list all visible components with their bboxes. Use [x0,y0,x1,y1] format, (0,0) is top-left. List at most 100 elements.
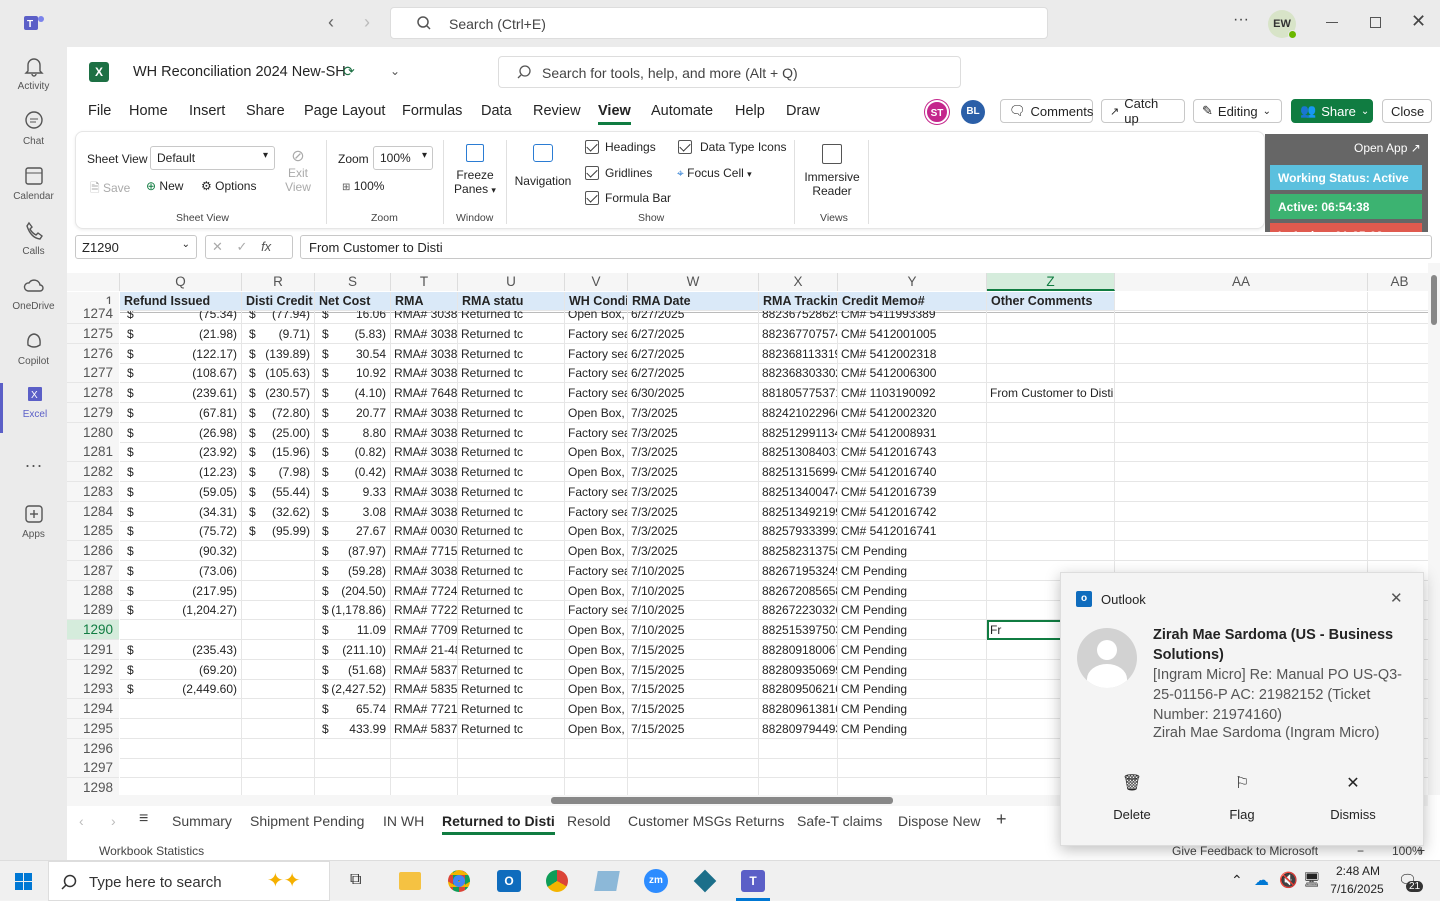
cell-y[interactable]: CM# 5412002320 [838,403,987,423]
cell-w[interactable]: 7/3/2025 [628,482,759,502]
more-options-icon[interactable]: ··· [1233,11,1249,29]
cell-r[interactable]: $ (25.00) [242,423,315,443]
column-header-r[interactable]: R [242,273,315,291]
cell-aa[interactable] [1115,502,1368,522]
cell-q[interactable]: $ (23.92) [120,442,242,462]
row-header[interactable]: 1286 [67,541,119,561]
rail-calls[interactable]: Calls [0,220,67,257]
cell-z[interactable] [987,482,1115,502]
cell-s[interactable]: $ (4.10) [315,383,391,403]
cell-v[interactable]: Factory sealed [565,561,628,581]
cell-q[interactable]: $ (67.81) [120,403,242,423]
network-icon[interactable]: 🖥 [1303,871,1321,888]
cell-x[interactable]: 882513084031 [759,442,838,462]
cell-v[interactable]: Open Box, Used [565,699,628,719]
cell-aa[interactable] [1115,541,1368,561]
menu-tab-help[interactable]: Help [735,103,765,119]
cell-ab[interactable] [1368,521,1432,541]
rail-chat[interactable]: Chat [0,110,67,147]
cell-w[interactable]: 7/3/2025 [628,423,759,443]
sheet-tab[interactable]: Summary [172,813,232,829]
rail-excel[interactable]: X Excel [0,383,67,433]
taskbar-search-box[interactable]: Type here to search ✦✦ [48,861,330,901]
cell-x[interactable]: 882579333992 [759,521,838,541]
header-cell[interactable]: Other Comments [987,292,1115,311]
cell-q[interactable]: $ (2,449.60) [120,679,242,699]
cell-aa[interactable] [1115,324,1368,344]
column-header-q[interactable]: Q [120,273,242,291]
cell-r[interactable] [242,660,315,680]
cell-r[interactable] [242,600,315,620]
cell-w[interactable]: 7/3/2025 [628,541,759,561]
cell-ab[interactable] [1368,363,1432,383]
cell-v[interactable]: Factory sealed [565,502,628,522]
cell-v[interactable]: Factory sealed [565,482,628,502]
cell-t[interactable]: RMA# 21-48702-11 [391,640,458,660]
cell-v[interactable]: Factory sealed [565,600,628,620]
cell-u[interactable]: Returned tc [458,719,565,739]
cell-s[interactable]: $ (59.28) [315,561,391,581]
outlook-taskbar-icon[interactable]: O [497,870,521,892]
cell-y[interactable]: CM Pending [838,581,987,601]
save-view-button[interactable]: 🗎 Save [90,179,130,200]
cell-w[interactable] [628,778,759,795]
cell-v[interactable] [565,739,628,759]
cell-s[interactable] [315,758,391,778]
cell-s[interactable] [315,739,391,759]
cell-q[interactable]: $ (1,204.27) [120,600,242,620]
teams-logo-icon[interactable]: T [22,12,46,34]
cell-y[interactable]: CM Pending [838,699,987,719]
cell-ab[interactable] [1368,462,1432,482]
cell-t[interactable]: RMA# 764878 [391,383,458,403]
cell-r[interactable]: $ (9.71) [242,324,315,344]
cell-s[interactable] [315,778,391,795]
headings-checkbox[interactable] [585,140,599,154]
row-header[interactable]: 1290 [67,620,119,640]
cell-t[interactable]: RMA# 30386032 [391,423,458,443]
cell-q[interactable] [120,778,242,795]
cell-z[interactable] [987,363,1115,383]
sheet-tab[interactable]: Returned to Disti [442,813,555,835]
cell-w[interactable] [628,739,759,759]
cell-t[interactable]: RMA# 30384786 [391,403,458,423]
cell-q[interactable]: $ (69.20) [120,660,242,680]
cell-u[interactable]: Returned tc [458,600,565,620]
column-header-ab[interactable]: AB [1368,273,1432,291]
cell-u[interactable]: Returned tc [458,561,565,581]
cell-ab[interactable] [1368,383,1432,403]
sheet-tab[interactable]: Dispose New [898,813,980,829]
cell-u[interactable]: Returned tc [458,324,565,344]
header-cell[interactable]: RMA [391,292,458,311]
cell-y[interactable] [838,778,987,795]
delete-button[interactable]: 🗑 Delete [1101,773,1163,822]
cell-y[interactable]: CM# 5412008931 [838,423,987,443]
row-header[interactable]: 1283 [67,482,119,502]
row-header[interactable]: 1276 [67,344,119,364]
cell-t[interactable]: RMA# 5837749 [391,719,458,739]
cell-s[interactable]: $ (51.68) [315,660,391,680]
cell-z[interactable]: From Customer to Disti [987,383,1115,403]
cell-t[interactable]: RMA# 772289 [391,600,458,620]
cell-aa[interactable] [1115,344,1368,364]
cell-r[interactable]: $ (139.89) [242,344,315,364]
cell-r[interactable] [242,739,315,759]
cell-q[interactable]: $ (217.95) [120,581,242,601]
sheet-tab[interactable]: Safe-T claims [797,813,882,829]
cell-w[interactable]: 7/3/2025 [628,502,759,522]
cell-t[interactable]: RMA# 772165 [391,699,458,719]
all-sheets-icon[interactable]: ≡ [139,810,148,828]
insert-function-icon[interactable]: fx [261,239,271,254]
cell-u[interactable]: Returned tc [458,363,565,383]
cell-aa[interactable] [1115,423,1368,443]
user-avatar[interactable]: EW [1268,10,1297,39]
file-explorer-icon[interactable] [399,872,421,890]
cell-q[interactable] [120,699,242,719]
sheet-tab[interactable]: Shipment Pending [250,813,364,829]
catch-up-button[interactable]: ↗ Catch up [1101,96,1185,126]
header-cell[interactable]: Refund Issued [120,292,242,311]
cell-q[interactable]: $ (75.72) [120,521,242,541]
cell-t[interactable]: RMA# 5837743 [391,660,458,680]
cell-aa[interactable] [1115,363,1368,383]
tabs-next-icon[interactable]: › [111,813,116,829]
cell-y[interactable]: CM# 5412016739 [838,482,987,502]
